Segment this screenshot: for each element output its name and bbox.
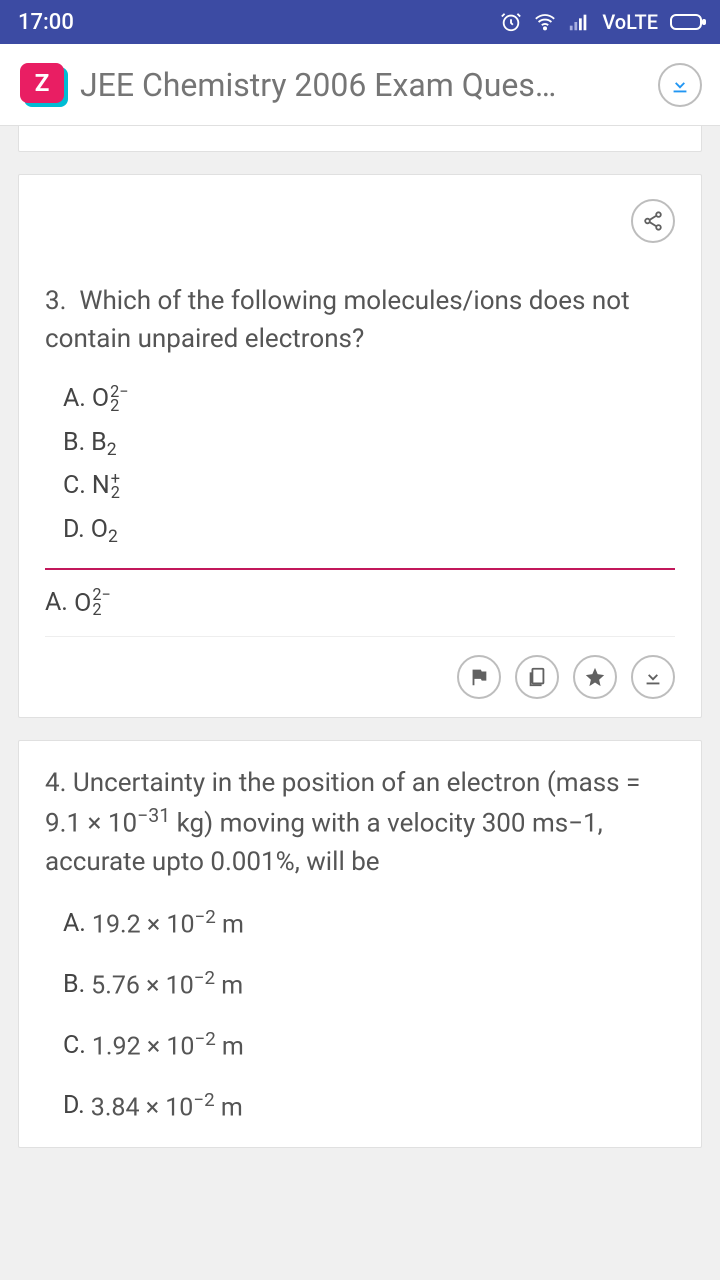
option-a[interactable]: A. 19.2 × 10−2 m — [63, 903, 675, 944]
star-button[interactable] — [573, 655, 617, 699]
option-d[interactable]: D. 3.84 × 10−2 m — [63, 1086, 675, 1127]
previous-card-edge — [18, 126, 702, 152]
option-b[interactable]: B. 5.76 × 10−2 m — [63, 964, 675, 1005]
save-button[interactable] — [631, 655, 675, 699]
app-header: Z JEE Chemistry 2006 Exam Ques… — [0, 44, 720, 126]
download-icon — [669, 74, 691, 96]
option-a[interactable]: A. O 2−2 — [63, 380, 675, 418]
status-time: 17:00 — [18, 10, 74, 35]
content-area: 3. Which of the following molecules/ions… — [0, 126, 720, 1148]
share-icon — [642, 210, 664, 232]
alarm-icon — [500, 11, 522, 33]
download-button[interactable] — [658, 63, 702, 107]
note-button[interactable] — [515, 655, 559, 699]
question-body: Which of the following molecules/ions do… — [45, 286, 630, 354]
battery-icon — [670, 14, 702, 30]
signal-icon — [568, 11, 590, 33]
question-card-3: 3. Which of the following molecules/ions… — [18, 174, 702, 718]
question-text: 4. Uncertainty in the position of an ele… — [45, 765, 675, 882]
wifi-icon — [534, 11, 556, 33]
question-number: 4. — [45, 768, 66, 798]
option-c[interactable]: C. N +2 — [63, 467, 675, 505]
answer-divider — [45, 568, 675, 570]
star-icon — [584, 666, 606, 688]
answer-row: A. O 2−2 — [45, 588, 675, 636]
note-icon — [526, 666, 548, 688]
share-button[interactable] — [631, 199, 675, 243]
flag-icon — [468, 666, 490, 688]
options-list: A. 19.2 × 10−2 m B. 5.76 × 10−2 m C. 1.9… — [45, 903, 675, 1126]
option-b[interactable]: B. B 2 — [63, 424, 675, 462]
options-list: A. O 2−2 B. B 2 C. N +2 — [45, 380, 675, 548]
question-card-4: 4. Uncertainty in the position of an ele… — [18, 740, 702, 1148]
question-number: 3. — [45, 286, 66, 316]
logo-letter: Z — [20, 63, 64, 103]
flag-button[interactable] — [457, 655, 501, 699]
page-title: JEE Chemistry 2006 Exam Ques… — [80, 66, 644, 104]
volte-label: VoLTE — [602, 10, 658, 34]
question-text: 3. Which of the following molecules/ions… — [45, 283, 675, 358]
app-logo[interactable]: Z — [18, 61, 66, 109]
download-icon — [642, 666, 664, 688]
card-actions — [45, 655, 675, 699]
option-d[interactable]: D. O 2 — [63, 511, 675, 549]
option-c[interactable]: C. 1.92 × 10−2 m — [63, 1025, 675, 1066]
status-right: VoLTE — [500, 10, 702, 34]
status-bar: 17:00 VoLTE — [0, 0, 720, 44]
